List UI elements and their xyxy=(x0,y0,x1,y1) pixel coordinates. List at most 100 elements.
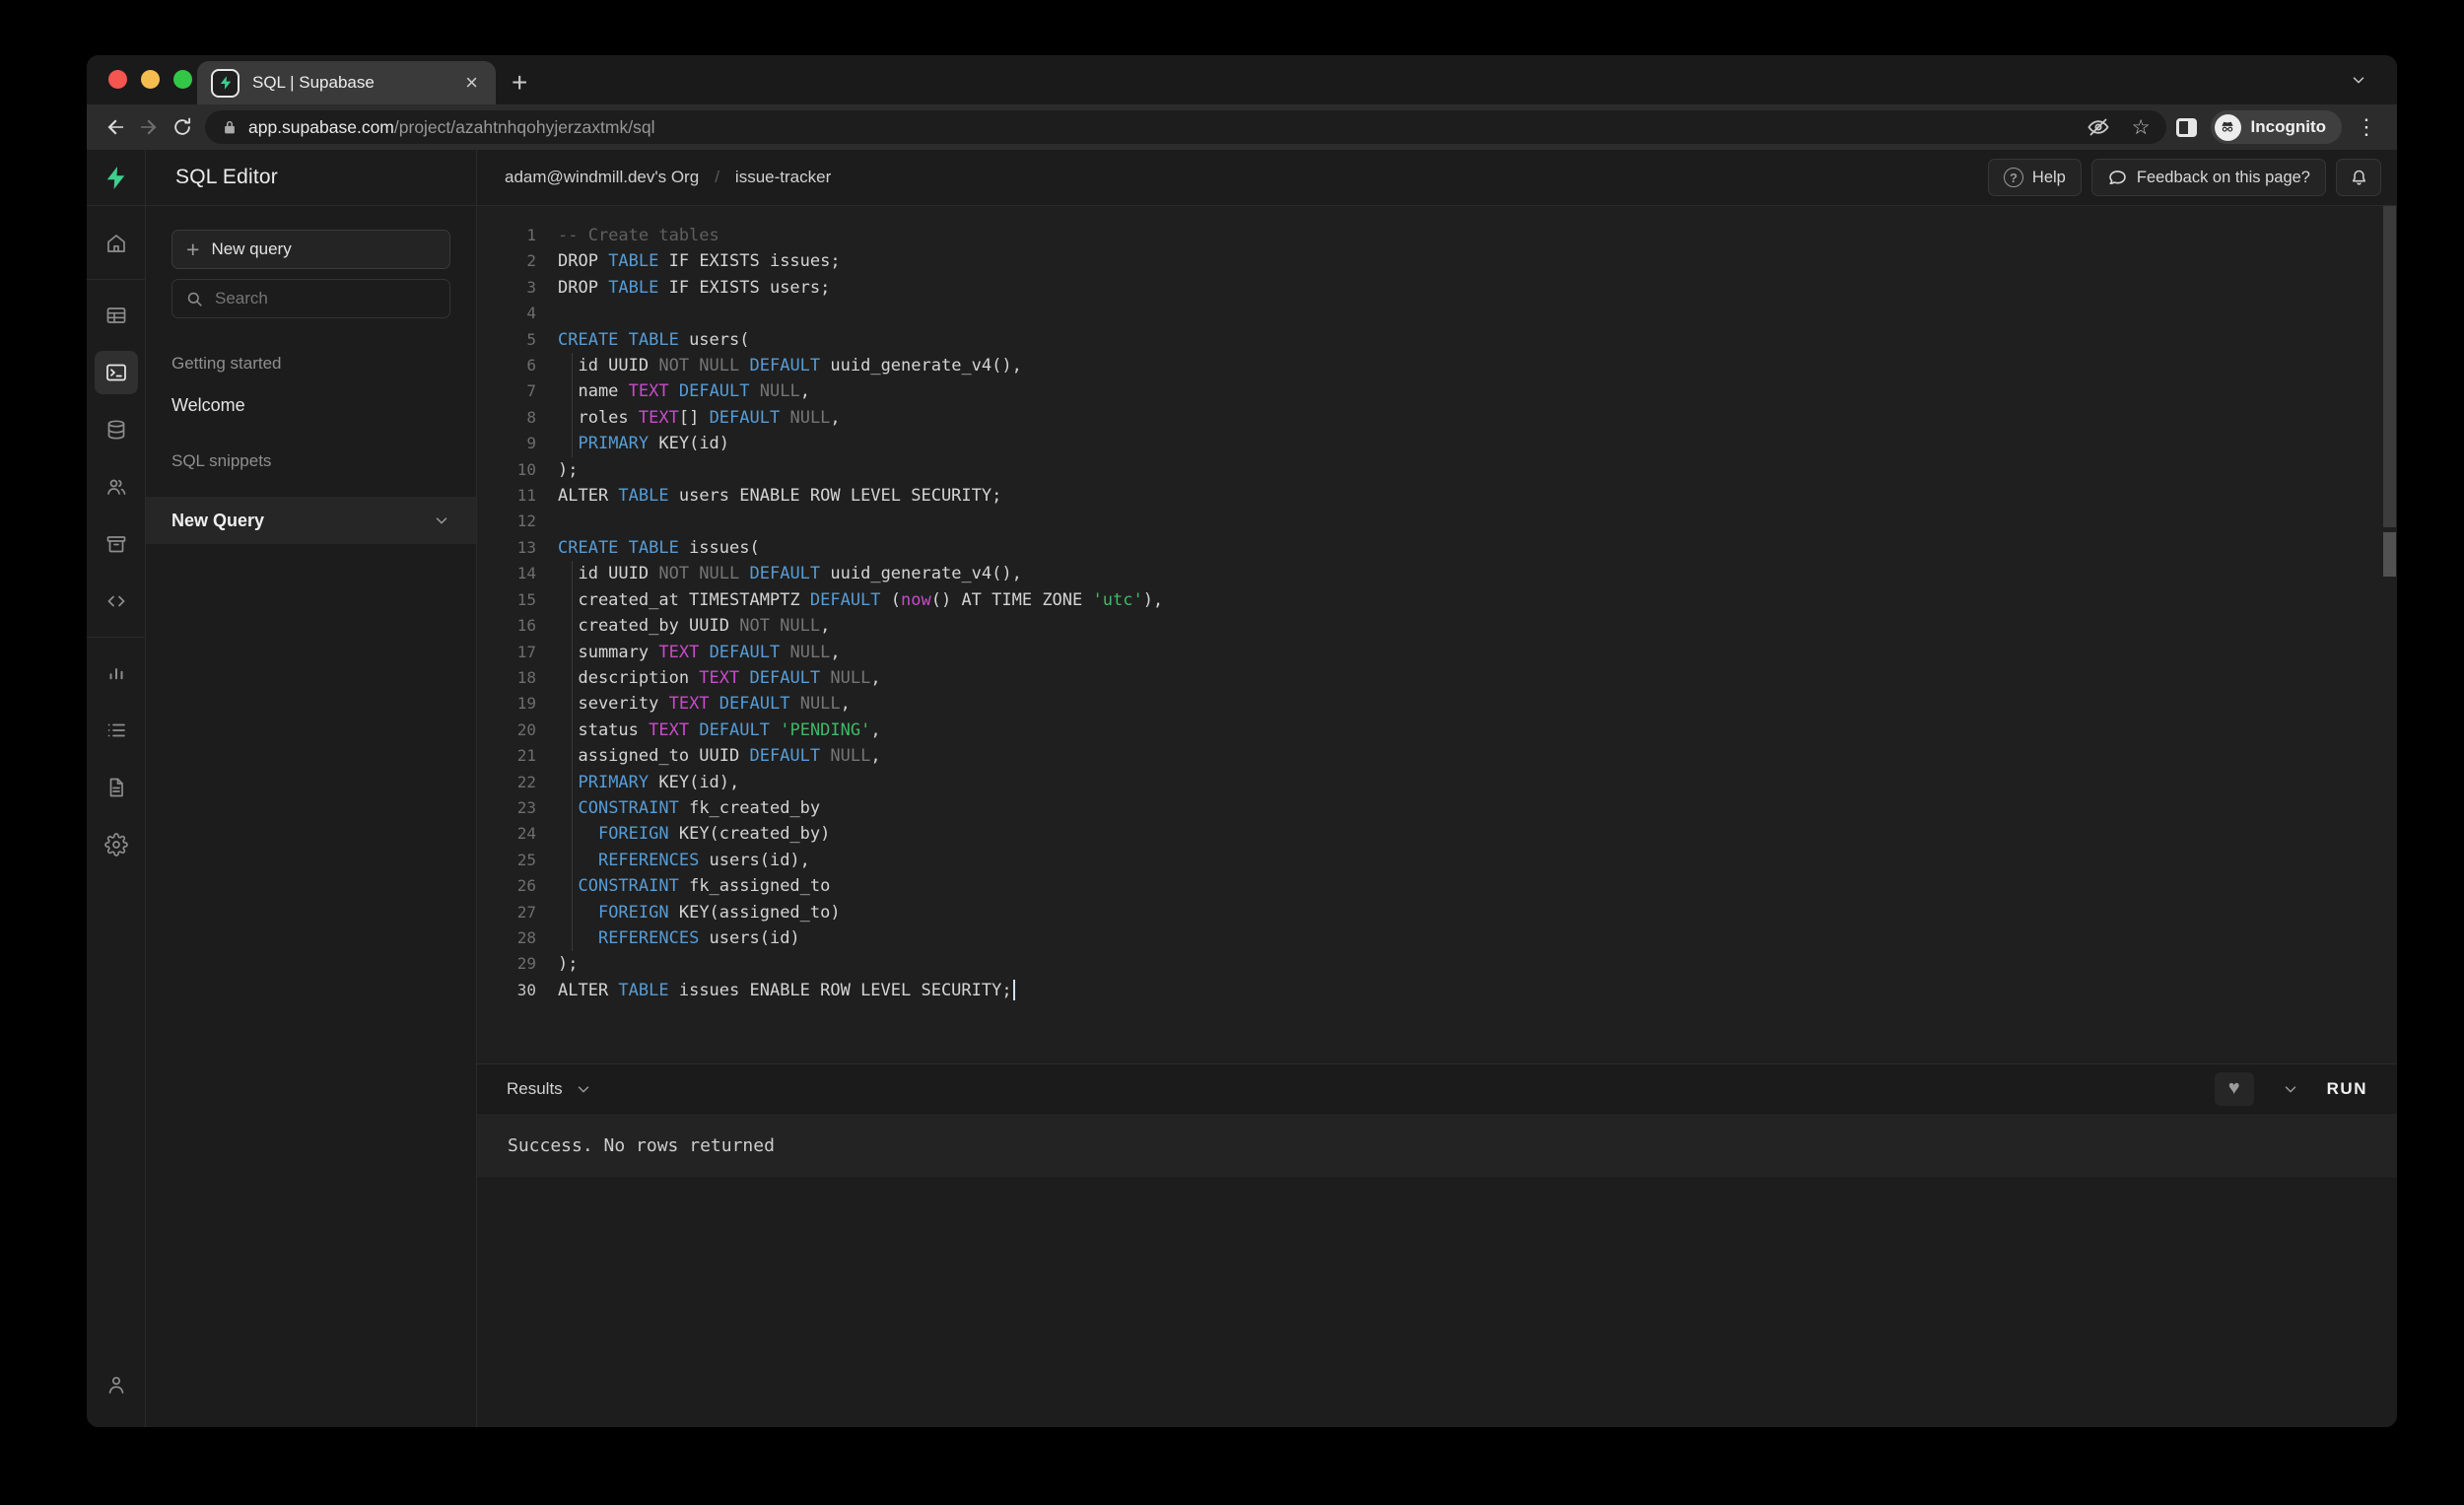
code-line[interactable]: 25 REFERENCES users(id), xyxy=(477,848,2397,873)
tab-search-chevron-icon[interactable] xyxy=(2350,71,2367,89)
code-line[interactable]: 10); xyxy=(477,457,2397,483)
code-line[interactable]: 18 description TEXT DEFAULT NULL, xyxy=(477,665,2397,691)
sidebar-item-settings[interactable] xyxy=(95,823,138,866)
sidebar-item-database[interactable] xyxy=(95,408,138,451)
code-line[interactable]: 6 id UUID NOT NULL DEFAULT uuid_generate… xyxy=(477,353,2397,378)
bookmark-star-icon[interactable]: ☆ xyxy=(2132,117,2151,138)
new-query-button[interactable]: + New query xyxy=(171,230,450,269)
code-line[interactable]: 15 created_at TIMESTAMPTZ DEFAULT (now()… xyxy=(477,587,2397,613)
sidebar-item-logs[interactable] xyxy=(95,709,138,752)
zoom-window-button[interactable] xyxy=(173,70,192,89)
editor-scrollbar[interactable] xyxy=(2383,206,2396,577)
supabase-logo[interactable] xyxy=(87,150,146,205)
sql-editor-icon xyxy=(104,361,128,384)
sidebar-item-welcome[interactable]: Welcome xyxy=(171,395,450,416)
sidebar-item-new-query[interactable]: New Query xyxy=(146,497,476,544)
line-number: 15 xyxy=(477,587,536,613)
help-button[interactable]: ? Help xyxy=(1988,159,2082,196)
code-line[interactable]: 5CREATE TABLE users( xyxy=(477,327,2397,353)
eye-off-icon[interactable] xyxy=(2087,115,2110,139)
results-empty-area xyxy=(477,1178,2397,1427)
run-options-button[interactable] xyxy=(2282,1080,2299,1098)
code-line[interactable]: 30ALTER TABLE issues ENABLE ROW LEVEL SE… xyxy=(477,978,2397,1003)
url-text: app.supabase.com/project/azahtnhqohyjerz… xyxy=(248,117,654,138)
reload-button[interactable] xyxy=(166,110,199,144)
minimize-window-button[interactable] xyxy=(141,70,160,89)
code-line[interactable]: 4 xyxy=(477,301,2397,326)
close-window-button[interactable] xyxy=(108,70,127,89)
side-panel-button[interactable] xyxy=(2176,118,2197,137)
code-line[interactable]: 29); xyxy=(477,951,2397,977)
line-number: 8 xyxy=(477,405,536,431)
rail-divider xyxy=(87,279,146,280)
line-number: 7 xyxy=(477,378,536,404)
supabase-app: SQL Editor adam@windmill.dev's Org / iss… xyxy=(87,150,2397,1427)
code-line[interactable]: 24 FOREIGN KEY(created_by) xyxy=(477,821,2397,847)
code-line[interactable]: 17 summary TEXT DEFAULT NULL, xyxy=(477,640,2397,665)
auth-icon xyxy=(104,475,128,499)
code-line[interactable]: 14 id UUID NOT NULL DEFAULT uuid_generat… xyxy=(477,561,2397,586)
line-number: 20 xyxy=(477,718,536,743)
line-number: 21 xyxy=(477,743,536,769)
tab-close-icon[interactable]: × xyxy=(461,72,482,94)
new-tab-button[interactable]: + xyxy=(512,69,527,97)
rail-divider xyxy=(87,637,146,638)
favorite-button[interactable]: ♥ xyxy=(2215,1072,2254,1106)
incognito-icon xyxy=(2215,114,2241,141)
settings-icon xyxy=(104,833,128,856)
code-line[interactable]: 1-- Create tables xyxy=(477,223,2397,248)
sql-code-editor[interactable]: 1-- Create tables2DROP TABLE IF EXISTS i… xyxy=(477,206,2397,1063)
code-line[interactable]: 8 roles TEXT[] DEFAULT NULL, xyxy=(477,405,2397,431)
breadcrumb-org[interactable]: adam@windmill.dev's Org xyxy=(505,168,699,187)
code-line[interactable]: 2DROP TABLE IF EXISTS issues; xyxy=(477,248,2397,274)
code-line[interactable]: 12 xyxy=(477,509,2397,534)
sidebar-item-home[interactable] xyxy=(95,222,138,265)
app-body: + New query Getting startedWelcomeSQL sn… xyxy=(87,206,2397,1427)
scrollbar-thumb-highlight[interactable] xyxy=(2383,532,2396,577)
code-line[interactable]: 26 CONSTRAINT fk_assigned_to xyxy=(477,873,2397,899)
line-number: 10 xyxy=(477,457,536,483)
code-line[interactable]: 13CREATE TABLE issues( xyxy=(477,535,2397,561)
search-input[interactable] xyxy=(215,289,437,308)
code-line[interactable]: 7 name TEXT DEFAULT NULL, xyxy=(477,378,2397,404)
code-line[interactable]: 27 FOREIGN KEY(assigned_to) xyxy=(477,900,2397,925)
back-button[interactable] xyxy=(99,110,132,144)
code-line[interactable]: 16 created_by UUID NOT NULL, xyxy=(477,613,2397,639)
feedback-button[interactable]: Feedback on this page? xyxy=(2091,159,2326,196)
results-panel: Success. No rows returned xyxy=(477,1113,2397,1178)
code-line[interactable]: 22 PRIMARY KEY(id), xyxy=(477,770,2397,795)
sidebar-item-auth[interactable] xyxy=(95,465,138,509)
breadcrumb-project[interactable]: issue-tracker xyxy=(735,168,831,187)
sidebar-item-storage[interactable] xyxy=(95,522,138,566)
search-box[interactable] xyxy=(171,279,450,318)
code-line[interactable]: 3DROP TABLE IF EXISTS users; xyxy=(477,275,2397,301)
code-line[interactable]: 19 severity TEXT DEFAULT NULL, xyxy=(477,691,2397,717)
results-dropdown[interactable]: Results xyxy=(507,1079,592,1099)
sidebar-item-account[interactable] xyxy=(95,1363,138,1406)
browser-menu-icon[interactable]: ⋮ xyxy=(2356,116,2377,138)
line-number: 9 xyxy=(477,431,536,456)
logs-icon xyxy=(104,718,128,742)
speech-bubble-icon xyxy=(2107,168,2128,188)
sidebar-item-sql-editor[interactable] xyxy=(95,351,138,394)
line-number: 5 xyxy=(477,327,536,353)
forward-button[interactable] xyxy=(132,110,166,144)
sidebar-item-edge-functions[interactable] xyxy=(95,580,138,623)
code-line[interactable]: 28 REFERENCES users(id) xyxy=(477,925,2397,951)
sidebar-item-reports[interactable] xyxy=(95,651,138,695)
notifications-button[interactable] xyxy=(2336,159,2381,196)
sidebar-item-docs[interactable] xyxy=(95,766,138,809)
code-line[interactable]: 23 CONSTRAINT fk_created_by xyxy=(477,795,2397,821)
url-bar[interactable]: app.supabase.com/project/azahtnhqohyjerz… xyxy=(205,110,2166,144)
sidebar-item-table-editor[interactable] xyxy=(95,294,138,337)
code-line[interactable]: 20 status TEXT DEFAULT 'PENDING', xyxy=(477,718,2397,743)
code-line[interactable]: 11ALTER TABLE users ENABLE ROW LEVEL SEC… xyxy=(477,483,2397,509)
home-icon xyxy=(104,232,128,255)
help-icon: ? xyxy=(2004,168,2023,187)
scrollbar-thumb[interactable] xyxy=(2383,206,2396,527)
browser-tab[interactable]: SQL | Supabase × xyxy=(197,61,496,104)
code-line[interactable]: 21 assigned_to UUID DEFAULT NULL, xyxy=(477,743,2397,769)
run-button[interactable]: RUN xyxy=(2327,1079,2367,1099)
code-line[interactable]: 9 PRIMARY KEY(id) xyxy=(477,431,2397,456)
section-label: Getting started xyxy=(171,354,450,374)
